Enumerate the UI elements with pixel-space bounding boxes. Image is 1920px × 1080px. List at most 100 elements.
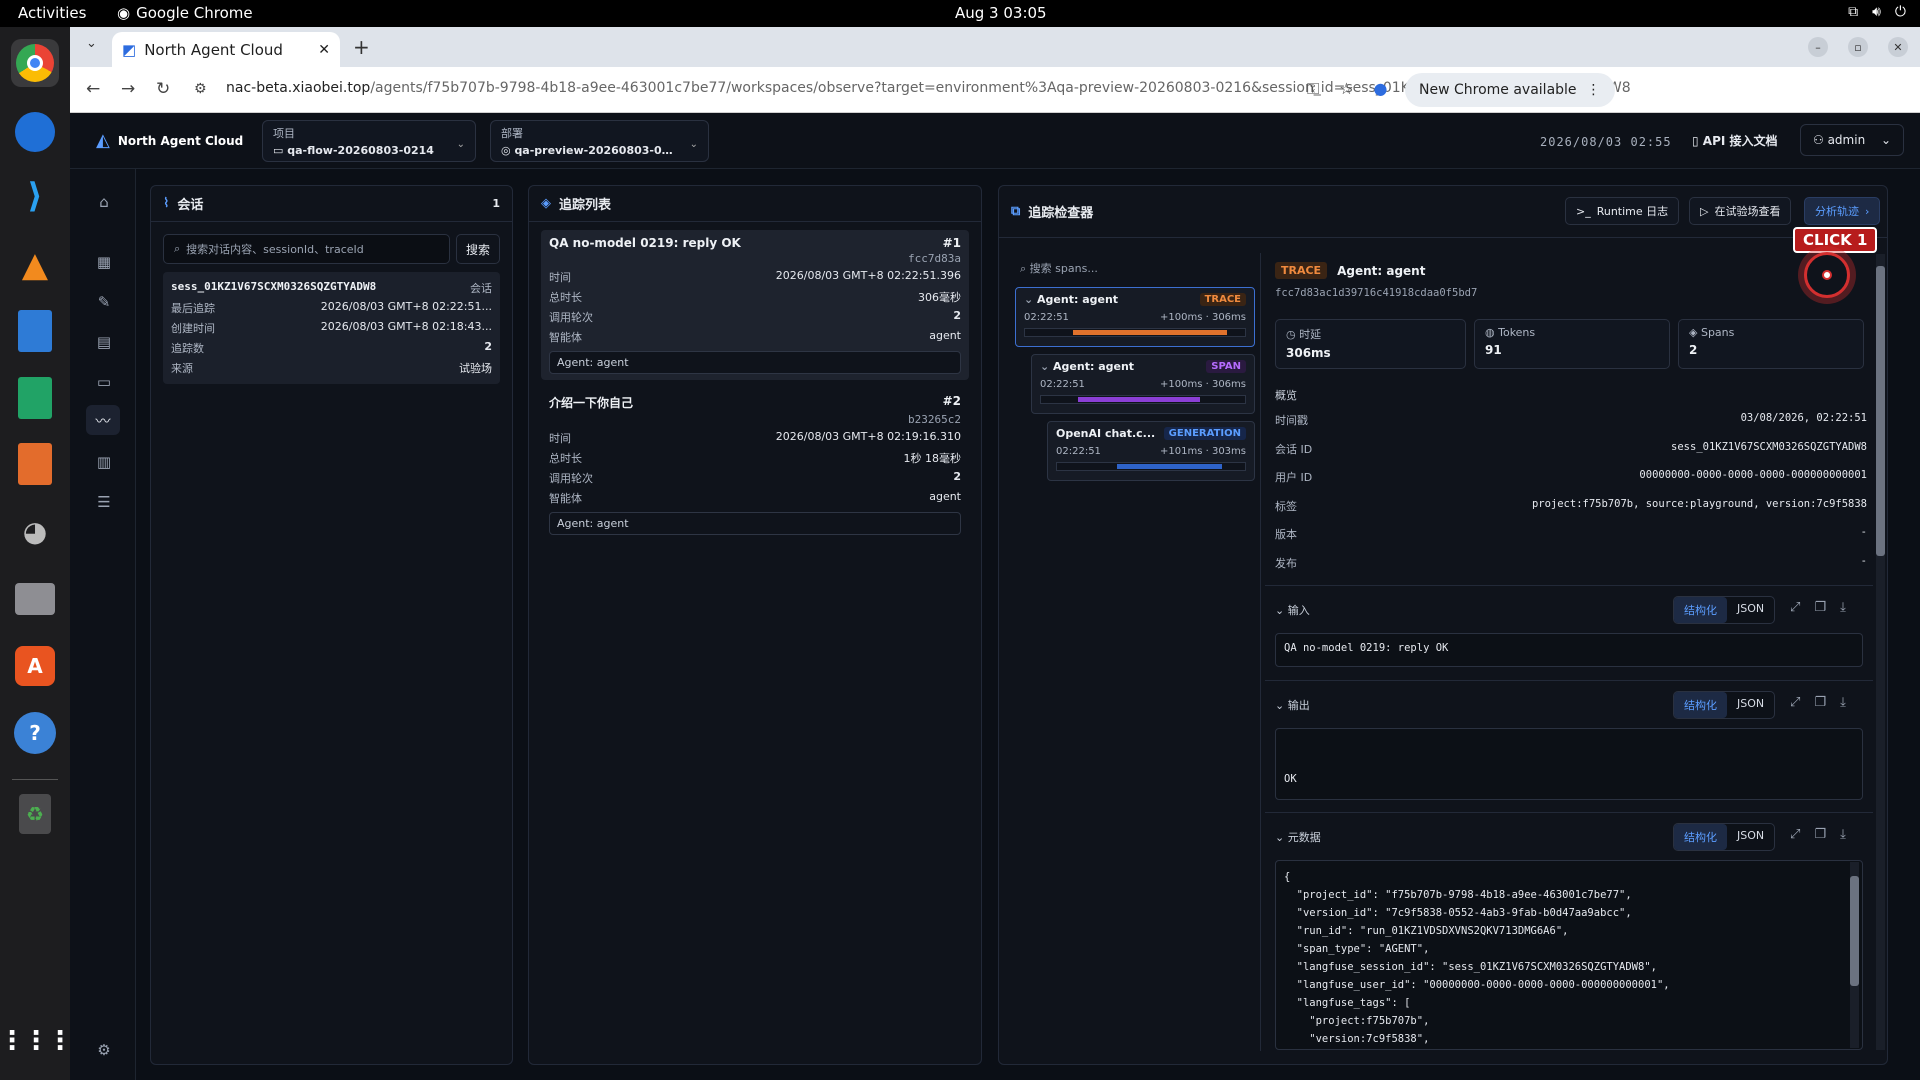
download-icon[interactable]: ⤓ xyxy=(1840,695,1846,710)
deployment-select[interactable]: 部署 ◎ qa-preview-20260803-0… ⌄ xyxy=(490,120,709,162)
restore-icon[interactable]: ▫ xyxy=(1848,37,1868,57)
activities-button[interactable]: Activities xyxy=(18,4,86,22)
expand-icon[interactable]: ⤢ xyxy=(1790,600,1800,615)
close-tab-icon[interactable]: ✕ xyxy=(318,42,330,58)
metadata-section-toggle[interactable]: ⌄ 元数据 xyxy=(1275,829,1867,845)
terminal-icon[interactable]: ▤ xyxy=(92,333,116,355)
view-in-playground-button[interactable]: ▷ 在试验场查看 xyxy=(1689,197,1792,225)
panel-title: 会话 xyxy=(177,198,204,213)
trace-item[interactable]: QA no-model 0219: reply OK #1 fcc7d83a 时间… xyxy=(541,230,969,380)
runtime-log-button[interactable]: >_ Runtime 日志 xyxy=(1565,197,1680,225)
copy-icon[interactable]: ❐ xyxy=(1814,600,1826,615)
agent-bot-icon[interactable]: ⌂ xyxy=(92,193,116,215)
input-view-toggle[interactable]: 结构化 JSON xyxy=(1673,596,1776,624)
forward-icon[interactable]: → xyxy=(121,79,135,99)
trace-badge: TRACE xyxy=(1199,293,1246,306)
tab-search-icon[interactable]: ⌄ xyxy=(86,36,97,51)
chrome-toolbar: ← → ↻ ⚙ nac-beta.xiaobei.top/agents/f75b… xyxy=(70,67,1920,113)
expand-icon[interactable]: ⤢ xyxy=(1790,827,1800,842)
span-search-input[interactable]: ⌕ 搜索 spans... xyxy=(1012,256,1252,280)
structured-tab[interactable]: 结构化 xyxy=(1674,597,1727,623)
trace-list-panel: ◈ 追踪列表 QA no-model 0219: reply OK #1 fcc7d… xyxy=(528,185,982,1065)
input-section-toggle[interactable]: ⌄ 输入 xyxy=(1275,602,1867,618)
metadata-view-toggle[interactable]: 结构化 JSON xyxy=(1673,823,1776,851)
api-doc-link[interactable]: ▯ API 接入文档 xyxy=(1692,132,1778,149)
vlc-icon[interactable]: ▲ xyxy=(11,241,59,289)
section-divider xyxy=(1265,680,1873,681)
browser-tab[interactable]: ◩ North Agent Cloud ✕ xyxy=(112,32,340,67)
chart-icon[interactable]: ▥ xyxy=(92,453,116,475)
back-icon[interactable]: ← xyxy=(86,79,100,99)
impress-icon[interactable] xyxy=(11,440,59,488)
search-button[interactable]: 搜索 xyxy=(456,234,500,264)
expand-icon[interactable]: ⤢ xyxy=(1790,695,1800,710)
session-count: 1 xyxy=(492,197,500,210)
help-icon[interactable]: ? xyxy=(11,709,59,757)
password-key-icon[interactable]: ⚿ xyxy=(1307,79,1319,99)
vscode-icon[interactable]: ⟩ xyxy=(11,172,59,220)
dashboard-icon[interactable]: ▦ xyxy=(92,253,116,275)
metadata-scrollbar[interactable] xyxy=(1850,862,1859,1048)
json-tab[interactable]: JSON xyxy=(1727,824,1774,850)
trace-item[interactable]: 介绍一下你自己 #2 b23265c2 时间 2026/08/03 GMT+8 02… xyxy=(541,388,969,541)
clock[interactable]: Aug 3 03:05 xyxy=(955,4,1047,22)
layers-icon: ◈ xyxy=(1689,326,1701,339)
span-node[interactable]: ⌄ Agent: agent SPAN 02:22:51 +100ms · 306m… xyxy=(1031,354,1255,414)
writer-icon[interactable] xyxy=(11,307,59,355)
reload-icon[interactable]: ↻ xyxy=(156,79,170,99)
gimp-icon[interactable]: ◕ xyxy=(11,507,59,555)
chat-icon[interactable]: ▭ xyxy=(92,373,116,395)
json-tab[interactable]: JSON xyxy=(1727,597,1774,623)
inspector-scrollbar[interactable] xyxy=(1876,254,1885,1050)
detail-row: 用户 ID 00000000-0000-0000-0000-00000000000… xyxy=(1275,469,1867,484)
panel-title: 追踪检查器 xyxy=(1028,206,1094,221)
sliders-icon[interactable]: ☰ xyxy=(92,493,116,515)
app-center-icon[interactable]: A xyxy=(11,642,59,690)
bookmark-star-icon[interactable]: ☆ xyxy=(1339,79,1353,99)
span-node[interactable]: OpenAI chat.c... GENERATION 02:22:51 +101m… xyxy=(1047,421,1255,481)
trash-icon[interactable]: ♻ xyxy=(11,790,59,838)
session-item[interactable]: sess_01KZ1V67SCXM0326SQZGTYADW8 会话 最后追踪 20… xyxy=(163,272,500,384)
span-timeline-bar xyxy=(1040,395,1246,404)
terminal-icon: >_ xyxy=(1576,204,1591,218)
copy-icon[interactable]: ❐ xyxy=(1814,695,1826,710)
observe-activity-icon[interactable]: 〰 xyxy=(86,405,120,435)
brand[interactable]: ◭ North Agent Cloud xyxy=(96,130,243,151)
thunderbird-icon[interactable] xyxy=(11,108,59,156)
structured-tab[interactable]: 结构化 xyxy=(1674,692,1727,718)
span-node[interactable]: ⌄ Agent: agent TRACE 02:22:51 +100ms · 306… xyxy=(1015,287,1255,347)
system-tray[interactable]: ⧉ 🔊︎ ⏻ xyxy=(1848,4,1906,20)
output-value: OK xyxy=(1275,728,1863,800)
output-view-toggle[interactable]: 结构化 JSON xyxy=(1673,691,1776,719)
analyze-trace-button[interactable]: 分析轨迹 › xyxy=(1804,197,1881,225)
profile-icon[interactable]: ● xyxy=(1374,79,1388,99)
detail-row: 标签 project:f75b707b, source:playground, v… xyxy=(1275,498,1867,513)
user-menu-button[interactable]: ⚇ admin ⌄ xyxy=(1800,124,1904,156)
minimize-icon[interactable]: – xyxy=(1808,37,1828,57)
new-tab-icon[interactable]: + xyxy=(353,35,370,59)
close-window-icon[interactable]: ✕ xyxy=(1888,37,1908,57)
span-duration-fill xyxy=(1117,464,1223,469)
calc-icon[interactable] xyxy=(11,374,59,422)
logo-icon: ◭ xyxy=(96,130,110,151)
settings-icon[interactable]: ⚙ xyxy=(92,1041,116,1063)
dock-separator xyxy=(12,779,58,780)
files-icon[interactable] xyxy=(11,575,59,623)
json-tab[interactable]: JSON xyxy=(1727,692,1774,718)
session-search-input[interactable]: ⌕ 搜索对话内容、sessionId、traceId xyxy=(163,234,450,264)
download-icon[interactable]: ⤓ xyxy=(1840,600,1846,615)
active-app-menu[interactable]: ◉ Google Chrome xyxy=(117,4,253,22)
output-section-toggle[interactable]: ⌄ 输出 xyxy=(1275,697,1867,713)
inspector-icon: ⧉ xyxy=(1011,204,1021,219)
chrome-launcher-icon[interactable] xyxy=(11,39,59,87)
download-icon[interactable]: ⤓ xyxy=(1840,827,1846,842)
chrome-tab-strip: ⌄ ◩ North Agent Cloud ✕ + – ▫ ✕ xyxy=(70,27,1920,67)
copy-icon[interactable]: ❐ xyxy=(1814,827,1826,842)
structured-tab[interactable]: 结构化 xyxy=(1674,824,1727,850)
show-apps-icon[interactable]: ⋮⋮⋮ xyxy=(0,1017,73,1065)
edit-icon[interactable]: ✎ xyxy=(92,293,116,315)
site-info-icon[interactable]: ⚙ xyxy=(194,81,207,97)
project-select[interactable]: 项目 ▭ qa-flow-20260803-0214 ⌄ xyxy=(262,120,476,162)
chrome-update-button[interactable]: New Chrome available ⋮ xyxy=(1405,73,1615,107)
detail-row: 会话 ID sess_01KZ1V67SCXM0326SQZGTYADW8 xyxy=(1275,441,1867,456)
